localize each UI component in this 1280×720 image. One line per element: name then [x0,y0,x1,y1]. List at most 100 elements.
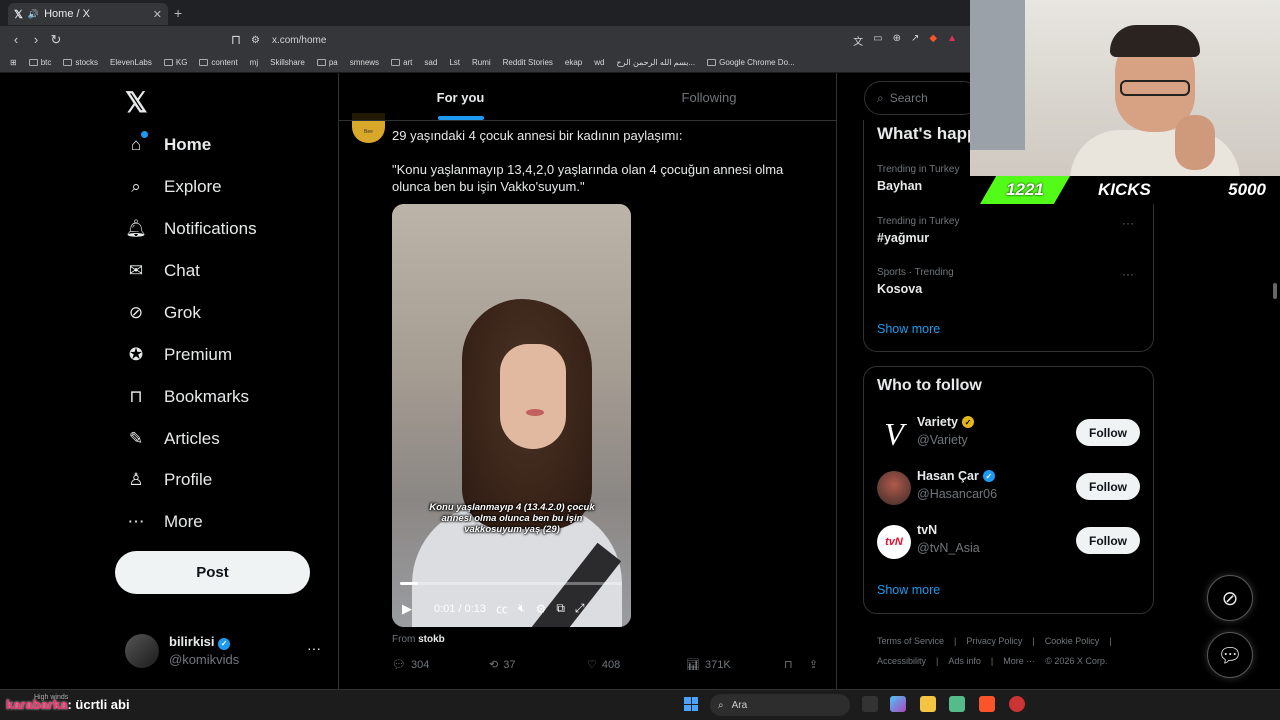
share-button[interactable]: ⇪ [809,658,818,671]
address-bar[interactable]: ⚙ x.com/home 文 ▭ ⊕ ↗ ◆ ▲ [245,30,965,50]
reply-button[interactable]: 💬︎ 304 [392,658,429,672]
pip-icon[interactable]: ⧉ [556,601,565,616]
site-info-icon[interactable]: ⚙ [251,35,260,46]
bookmark-item[interactable]: Google Chrome Do... [707,58,795,67]
account-name: bilirkisi [169,634,215,649]
reload-icon[interactable]: ↻ [46,32,66,48]
nav-profile[interactable]: ♙ Profile [126,470,212,490]
bookmarks-bar: ⊞ btc stocks ElevenLabs KG content mj Sk… [0,53,970,73]
follow-button[interactable]: Follow [1076,419,1140,446]
translate-icon[interactable]: 文 [853,33,863,48]
windows-start-icon[interactable] [684,697,698,711]
close-tab-icon[interactable]: ✕ [153,8,162,21]
nav-more[interactable]: ⋯ More [126,512,203,532]
trends-show-more-link[interactable]: Show more [877,322,940,336]
search-input[interactable]: ⌕ Search [864,81,980,115]
account-switcher[interactable]: bilirkisi ✓ @komikvids ··· [125,632,325,672]
bookmark-item[interactable]: wd [594,58,604,67]
footer-link[interactable]: More ··· [1003,656,1035,666]
cast-icon[interactable]: ▭ [873,33,882,48]
file-explorer-icon[interactable] [920,696,936,712]
taskbar-search[interactable]: ⌕ Ara [710,694,850,716]
post-button[interactable]: Post [115,551,310,594]
settings-icon[interactable]: ⚙ [536,602,547,616]
scrollbar-thumb[interactable] [1273,283,1277,299]
footer-link[interactable]: Accessibility [877,656,926,666]
zoom-icon[interactable]: ⊕ [893,33,901,48]
articles-icon: ✎ [128,429,144,448]
fullscreen-icon[interactable]: ⤢ [575,601,585,616]
footer-link[interactable]: Cookie Policy [1045,636,1100,646]
nav-home[interactable]: ⌂ Home [126,135,211,155]
trend-item[interactable]: Trending in Turkey #yağmur ··· [877,216,1142,245]
bookmark-item[interactable]: KG [163,58,187,67]
bookmark-page-icon[interactable]: ⊓ [226,32,246,48]
play-icon[interactable]: ▶ [402,601,412,617]
brave-rewards-icon[interactable]: ▲ [947,33,957,48]
bookmark-item[interactable]: ElevenLabs [110,58,152,67]
follow-button[interactable]: Follow [1076,527,1140,554]
copilot-icon[interactable] [890,696,906,712]
bookmark-item[interactable]: mj [250,58,258,67]
chat-fab-button[interactable]: 💬︎ [1207,632,1253,678]
nav-bookmarks[interactable]: ⊓ Bookmarks [126,387,249,407]
trend-item[interactable]: Sports · Trending Kosova ··· [877,267,1142,296]
tab-following[interactable]: Following [582,73,836,121]
nav-articles[interactable]: ✎ Articles [126,429,220,449]
brave-browser-icon[interactable] [979,696,995,712]
repost-button[interactable]: ⟲ 37 [489,658,515,672]
forward-icon[interactable]: › [26,32,46,47]
more-icon[interactable]: ··· [1122,267,1134,281]
nav-grok[interactable]: ⊘ Grok [126,303,201,323]
follow-button[interactable]: Follow [1076,473,1140,500]
nav-chat[interactable]: ✉ Chat [126,261,200,281]
bookmark-item[interactable]: Skillshare [270,58,305,67]
follow-suggestion[interactable]: V Variety ✓ @Variety Follow [877,414,1142,454]
chat-bubble-icon: 💬︎ [1217,644,1243,667]
browser-tab[interactable]: 𝕏 🔊 Home / X ✕ [8,3,168,25]
share-icon[interactable]: ↗ [911,33,919,48]
bookmark-item[interactable]: content [199,58,238,67]
grok-fab-button[interactable]: ⊘ [1207,575,1253,621]
follow-show-more-link[interactable]: Show more [877,583,940,597]
footer-link[interactable]: Terms of Service [877,636,944,646]
back-icon[interactable]: ‹ [6,32,26,47]
bookmark-item[interactable]: pa [316,58,338,67]
footer-link[interactable]: Ads info [948,656,981,666]
source-user-link[interactable]: stokb [418,634,445,645]
app-icon[interactable] [949,696,965,712]
bookmark-item[interactable]: Rumi [472,58,491,67]
nav-premium[interactable]: ✪ Premium [126,345,232,365]
bookmark-button[interactable]: ⊓ [784,658,793,671]
nav-explore[interactable]: ⌕ Explore [126,177,221,197]
obs-icon[interactable] [1009,696,1025,712]
video-progress-bar[interactable] [400,582,622,585]
brave-shield-icon[interactable]: ◆ [929,33,937,48]
bookmark-item[interactable]: بسم الله الرحمن الرح... [617,58,696,67]
views-button[interactable]: 📊︎ 371K [686,658,731,672]
like-button[interactable]: ♡ 408 [587,658,620,672]
follow-suggestion[interactable]: tvN tvN @tvN_Asia Follow [877,522,1142,562]
bookmark-item[interactable]: Lst [449,58,460,67]
tweet-video[interactable]: Konu yaşlanmayıp 4 (13.4.2.0) çocuk anne… [392,204,631,627]
bookmark-item[interactable]: sad [424,58,437,67]
tab-for-you[interactable]: For you [339,73,582,121]
new-tab-button[interactable]: + [174,5,182,21]
bookmark-item[interactable]: art [391,58,412,67]
apps-icon[interactable]: ⊞ [10,58,17,67]
captions-icon[interactable]: ㏄ [496,600,508,617]
nav-notifications[interactable]: 🔔︎ Notifications [125,219,256,239]
video-time: 0:01 / 0:13 [434,602,486,615]
task-view-icon[interactable] [862,696,878,712]
bookmark-item[interactable]: Reddit Stories [503,58,553,67]
footer-link[interactable]: Privacy Policy [966,636,1022,646]
bookmark-item[interactable]: btc [28,58,51,67]
follow-suggestion[interactable]: Hasan Çar ✓ @Hasancar06 Follow [877,468,1142,508]
bookmark-item[interactable]: ekap [565,58,582,67]
bookmark-item[interactable]: smnews [350,58,379,67]
x-logo-icon[interactable]: 𝕏 [125,86,148,119]
more-icon[interactable]: ··· [1122,216,1134,230]
mute-icon[interactable]: 🔇︎ [518,601,526,616]
bookmark-item[interactable]: stocks [63,58,98,67]
speaker-icon: 🔊 [27,8,40,19]
